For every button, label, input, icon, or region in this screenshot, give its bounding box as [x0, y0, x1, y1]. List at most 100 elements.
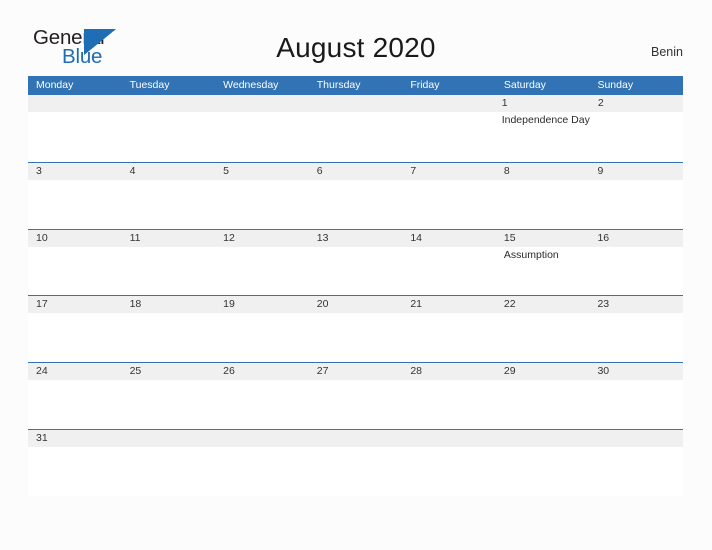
day-events: [410, 447, 496, 449]
calendar-week-row: 24 25 26 27 28 29 30: [28, 362, 683, 429]
day-events: [597, 247, 683, 249]
day-number: 26: [223, 365, 235, 378]
day-events: [317, 380, 403, 382]
day-events: [130, 447, 216, 449]
day-number: 21: [410, 298, 422, 311]
day-events: [410, 380, 496, 382]
day-cell-empty: [214, 95, 307, 162]
holiday-label: Assumption: [503, 248, 559, 261]
day-cell[interactable]: 24: [28, 363, 122, 429]
calendar-week-row: 17 18 19 20 21 22 23: [28, 295, 683, 363]
day-cell[interactable]: 21: [402, 296, 496, 362]
day-events: [317, 447, 403, 449]
day-cell[interactable]: 7: [402, 163, 496, 229]
day-cell[interactable]: 31: [28, 430, 122, 496]
day-events: [504, 313, 590, 315]
weekday-header-wednesday: Wednesday: [223, 79, 279, 91]
weekday-header-sunday: Sunday: [597, 79, 634, 91]
day-cell[interactable]: 16: [589, 230, 683, 296]
day-number: 17: [36, 298, 48, 311]
day-cell[interactable]: 23: [589, 296, 683, 362]
day-cell-empty: [496, 430, 590, 496]
week-cells: 17 18 19 20 21 22 23: [28, 296, 683, 362]
day-number: 24: [36, 365, 48, 378]
day-cell[interactable]: 11: [122, 230, 216, 296]
day-events: [223, 180, 309, 182]
day-number: 7: [410, 164, 417, 177]
day-cell[interactable]: 9: [589, 163, 683, 229]
day-cell[interactable]: 30: [589, 363, 683, 429]
day-cell[interactable]: 8: [496, 163, 590, 229]
day-events: [597, 180, 683, 182]
day-cell[interactable]: 26: [215, 363, 309, 429]
day-cell[interactable]: 20: [309, 296, 403, 362]
day-number: [410, 430, 496, 447]
day-cell[interactable]: 3: [28, 163, 122, 229]
day-events: [130, 180, 216, 182]
day-cell[interactable]: 6: [309, 163, 403, 229]
day-cell-empty: [589, 430, 683, 496]
day-events: [317, 247, 403, 249]
day-cell[interactable]: 29: [496, 363, 590, 429]
day-number: 16: [597, 231, 610, 244]
day-cell[interactable]: 28: [402, 363, 496, 429]
day-number: [36, 95, 121, 112]
day-number: [129, 95, 214, 112]
day-number: [315, 95, 400, 112]
day-cell[interactable]: 19: [215, 296, 309, 362]
day-number: 4: [129, 164, 136, 177]
day-number: 8: [503, 164, 510, 177]
week-cells: 24 25 26 27 28 29 30: [28, 363, 683, 429]
weekday-header-thursday: Thursday: [316, 79, 361, 91]
page-header: General Blue August 2020 Benin: [0, 0, 712, 76]
day-cell[interactable]: 17: [28, 296, 122, 362]
day-events: [36, 447, 122, 449]
day-cell[interactable]: 27: [309, 363, 403, 429]
day-cell[interactable]: 5: [215, 163, 309, 229]
day-events: [130, 380, 216, 382]
day-events: [36, 313, 122, 315]
day-number: 28: [410, 365, 422, 378]
day-events: Assumption: [504, 247, 590, 262]
week-cells: 10 11 12 13 14 15 Assumption 16: [28, 230, 683, 296]
day-number: 5: [223, 164, 229, 177]
day-number: 31: [36, 431, 48, 444]
day-events: [410, 313, 496, 315]
day-cell[interactable]: 14: [402, 230, 496, 296]
day-number: 25: [129, 365, 142, 378]
day-cell[interactable]: 4: [122, 163, 216, 229]
day-number: 1: [501, 97, 508, 109]
day-events: [504, 180, 590, 182]
day-events: [598, 112, 683, 114]
day-cell-empty: [309, 430, 403, 496]
page-title: August 2020: [276, 32, 436, 63]
day-number: [504, 430, 590, 447]
day-number: [222, 95, 307, 112]
day-number: 15: [503, 231, 516, 244]
day-events: [36, 180, 122, 182]
day-cell[interactable]: 15 Assumption: [496, 230, 590, 296]
day-cell[interactable]: 25: [122, 363, 216, 429]
day-cell[interactable]: 12: [215, 230, 309, 296]
week-cells: 1 Independence Day 2: [28, 95, 683, 162]
day-events: [597, 380, 683, 382]
day-number: [223, 430, 309, 447]
day-cell[interactable]: 10: [28, 230, 122, 296]
day-cell[interactable]: 18: [122, 296, 216, 362]
weekday-header-friday: Friday: [410, 79, 440, 91]
day-events: [222, 112, 307, 114]
weekday-header-tuesday: Tuesday: [129, 79, 170, 91]
day-cell-empty: [402, 430, 496, 496]
day-cell-empty: [121, 95, 214, 162]
day-cell[interactable]: 22: [496, 296, 590, 362]
day-events: [409, 112, 494, 114]
day-number: [409, 95, 494, 112]
calendar-grid: Monday Tuesday Wednesday Thursday Friday…: [28, 76, 683, 496]
day-events: [597, 447, 683, 449]
day-events: [410, 247, 496, 249]
day-number: 19: [223, 298, 235, 311]
day-cell[interactable]: 1 Independence Day: [494, 95, 590, 162]
day-cell[interactable]: 13: [309, 230, 403, 296]
day-cell[interactable]: 2: [590, 95, 683, 162]
country-label: Benin: [651, 45, 683, 59]
